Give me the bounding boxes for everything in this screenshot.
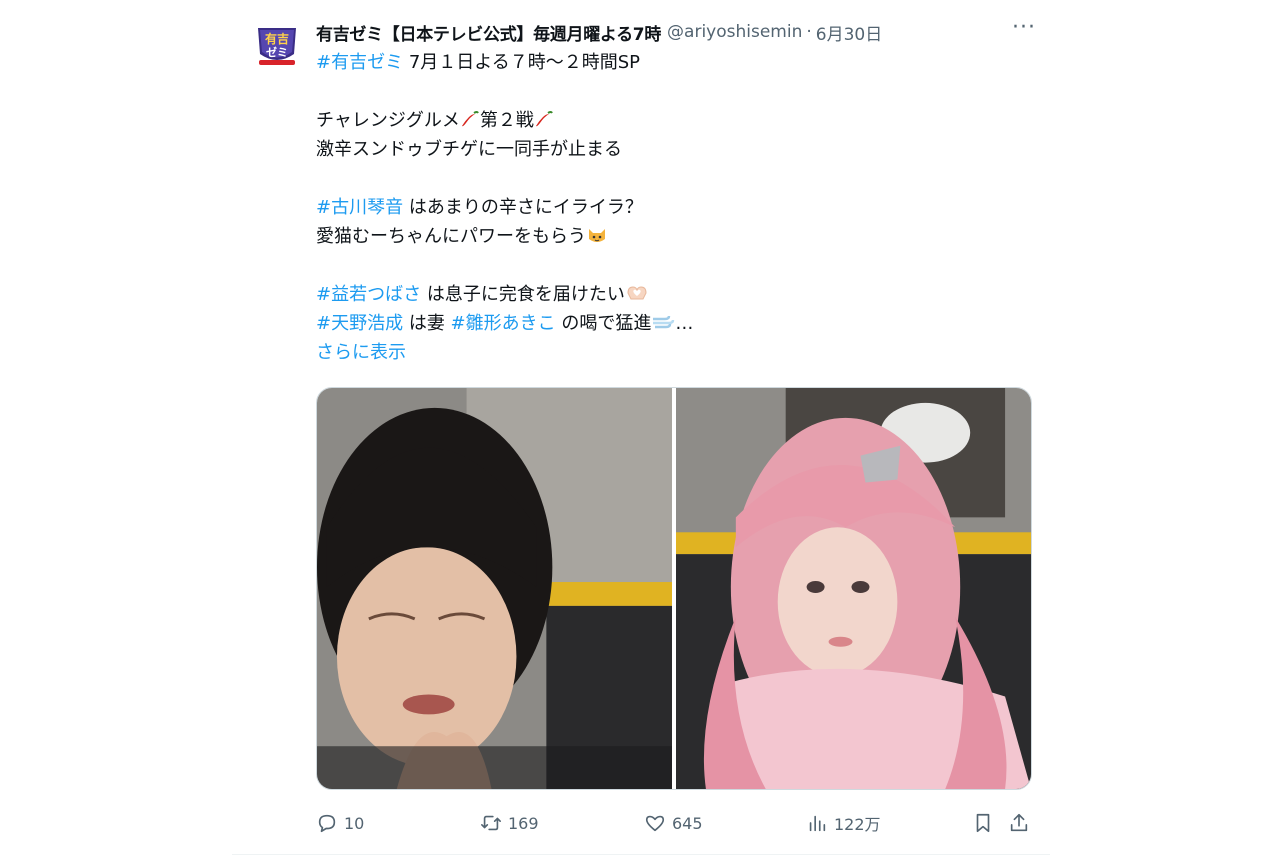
dash-icon (651, 313, 675, 334)
share-icon (1010, 813, 1028, 832)
tweet-text-line2a: チャレンジグルメ (316, 110, 460, 131)
tweet-text-line4: はあまりの辛さにイライラ？ (403, 197, 643, 218)
action-bar: 10 169 645 122万 (316, 808, 1036, 838)
display-name[interactable]: 有吉ゼミ【日本テレビ公式】毎週月曜よる7時 (316, 20, 661, 45)
tweet-text-line3: 激辛スンドゥブチゲに一同手が止まる (316, 139, 622, 160)
media-photo-2[interactable] (676, 388, 1031, 789)
pink-hair-woman-photo (676, 388, 1031, 789)
separator-dot: · (806, 22, 812, 42)
avatar-text-top: 有吉 (265, 31, 289, 46)
tweet-header: 有吉ゼミ【日本テレビ公式】毎週月曜よる7時 @ariyoshisemin · 6… (316, 17, 1036, 47)
heart-hands-icon (625, 284, 649, 305)
show-more-link[interactable]: さらに表示 (316, 342, 406, 363)
reply-button[interactable]: 10 (316, 812, 364, 834)
hashtag-hinagata-akiko[interactable]: #雛形あきこ (451, 313, 556, 334)
hashtag-masuwaka-tsubasa[interactable]: #益若つばさ (316, 284, 421, 305)
cat-face-icon (586, 226, 608, 247)
repost-icon (481, 815, 501, 831)
share-button[interactable] (1008, 812, 1030, 834)
ariyoshi-zemi-logo-icon: 有吉 ゼミ (251, 19, 303, 71)
media-photo-1[interactable] (317, 388, 672, 789)
tweet[interactable]: 有吉 ゼミ 有吉ゼミ【日本テレビ公式】毎週月曜よる7時 @ariyoshisem… (232, 0, 1050, 855)
like-count: 645 (672, 813, 703, 833)
tweet-text: #有吉ゼミ 7月１日よる７時～２時間SP チャレンジグルメ 第２戦 激辛スンドゥブ… (316, 48, 1036, 367)
chili-pepper-icon (534, 110, 554, 131)
tweet-date[interactable]: 6月30日 (816, 20, 882, 45)
handle[interactable]: @ariyoshisemin (667, 22, 802, 42)
views-icon (809, 815, 826, 832)
repost-button[interactable]: 169 (480, 812, 539, 834)
bookmark-icon (976, 813, 990, 833)
heart-icon (645, 815, 665, 832)
bookmark-button[interactable] (972, 812, 994, 834)
chili-pepper-icon (460, 110, 480, 131)
tweet-text-line5: 愛猫むーちゃんにパワーをもらう (316, 226, 586, 247)
like-button[interactable]: 645 (644, 812, 703, 834)
media-grid (316, 387, 1032, 790)
avatar[interactable]: 有吉 ゼミ (250, 18, 304, 72)
repost-count: 169 (508, 813, 539, 833)
hashtag-furukawa-kotone[interactable]: #古川琴音 (316, 197, 403, 218)
tweet-text-line7b: の喝で猛進 (555, 313, 652, 334)
views-button[interactable]: 122万 (806, 811, 881, 835)
reply-count: 10 (344, 813, 365, 833)
view-count: 122万 (834, 815, 881, 834)
hashtag-ariyoshi-zemi[interactable]: #有吉ゼミ (316, 52, 403, 73)
reply-icon (318, 814, 336, 833)
tweet-text-line7a: は妻 (403, 313, 451, 334)
hashtag-amano-hironari[interactable]: #天野浩成 (316, 313, 403, 334)
tweet-text-line2b: 第２戦 (479, 110, 534, 131)
tweet-text-line6: は息子に完食を届けたい (421, 284, 625, 305)
ellipsis: … (675, 313, 694, 334)
avatar-text-bottom: ゼミ (266, 45, 288, 59)
woman-wincing-photo (317, 388, 672, 789)
tweet-text-line1: 7月１日よる７時～２時間SP (403, 52, 641, 73)
more-options-icon[interactable]: ··· (1012, 17, 1036, 47)
